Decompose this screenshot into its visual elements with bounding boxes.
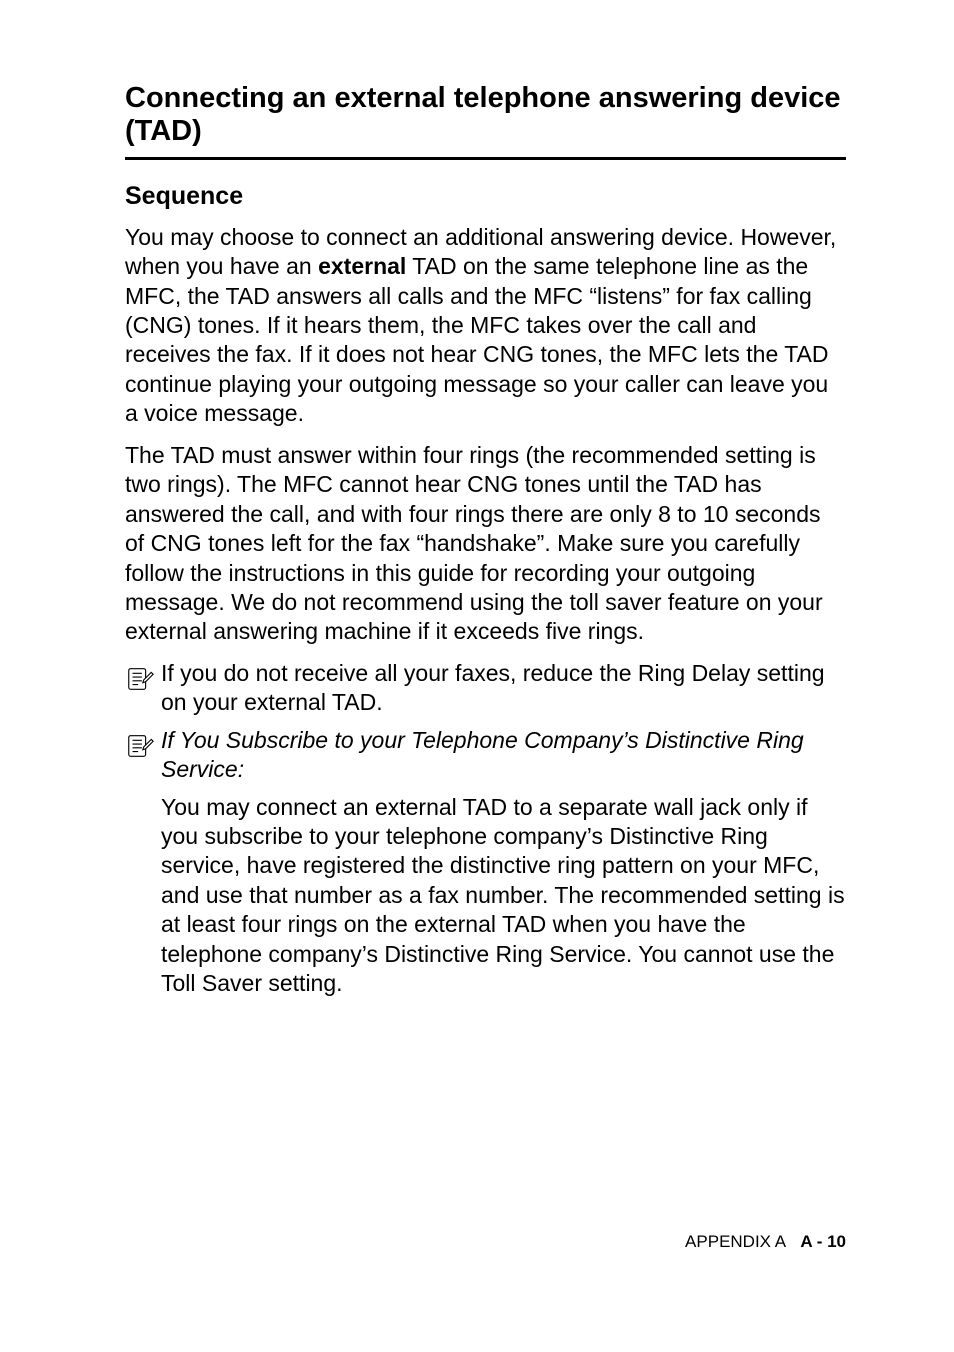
note-1-text: If you do not receive all your faxes, re… xyxy=(161,659,846,718)
footer-page: A - 10 xyxy=(800,1232,846,1251)
page-footer: APPENDIX A A - 10 xyxy=(685,1232,846,1252)
note-2: If You Subscribe to your Telephone Compa… xyxy=(125,726,846,785)
paragraph-2: The TAD must answer within four rings (t… xyxy=(125,441,846,647)
sub-heading: Sequence xyxy=(125,182,846,211)
paragraph-1: You may choose to connect an additional … xyxy=(125,223,846,429)
note-2-title: If You Subscribe to your Telephone Compa… xyxy=(161,726,846,785)
para1-bold: external xyxy=(318,253,406,279)
section-heading: Connecting an external telephone answeri… xyxy=(125,82,846,149)
note-icon xyxy=(125,726,161,785)
footer-label: APPENDIX A xyxy=(685,1232,786,1251)
note-icon xyxy=(125,659,161,718)
heading-rule xyxy=(125,157,846,160)
note-2-body: You may connect an external TAD to a sep… xyxy=(125,793,846,999)
note-1: If you do not receive all your faxes, re… xyxy=(125,659,846,718)
